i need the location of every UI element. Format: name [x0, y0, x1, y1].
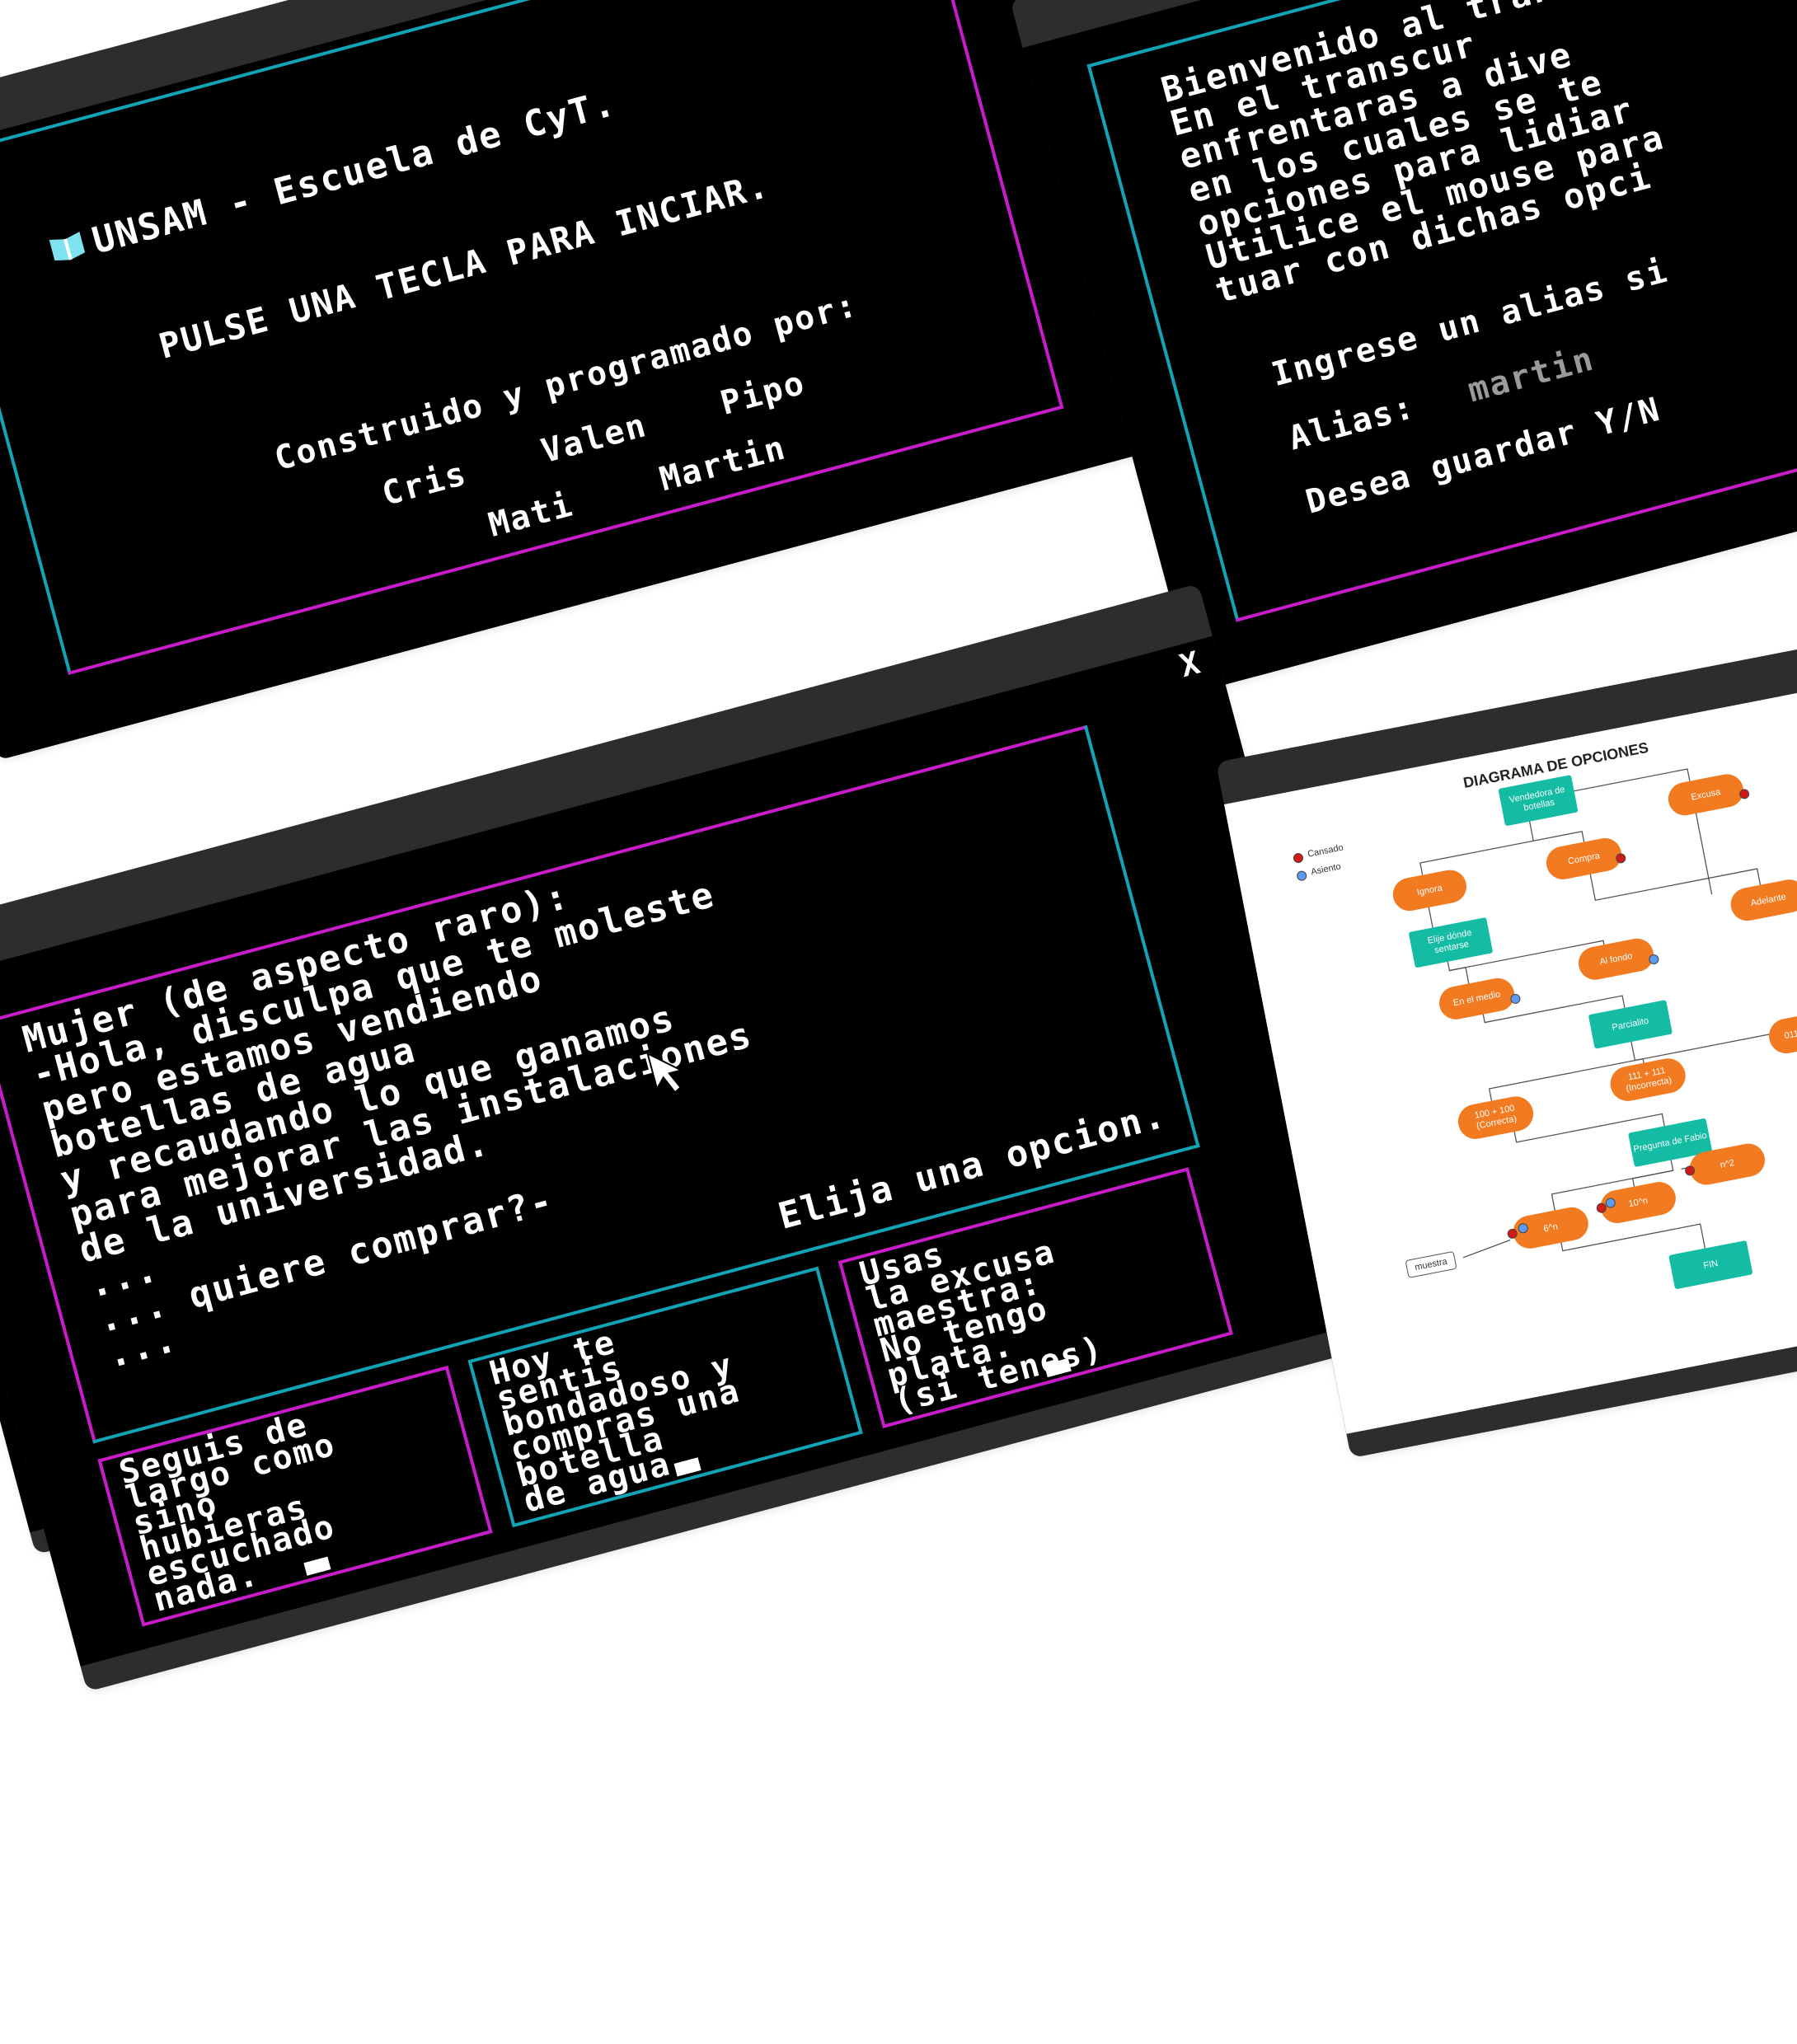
dialog-screen-window: X Mujer (de aspecto raro): -Hola, discul…: [0, 583, 1401, 1692]
showcase-stage: UNSAM - Escuela de CyT. PULSE UNA TECLA …: [0, 0, 1797, 2044]
option-text: Usas la excusa maestra: No tengo plata. …: [856, 1232, 1108, 1422]
intro-screen-window: Bienvenido al transcu En el transcur enf…: [1010, 0, 1797, 693]
close-icon[interactable]: X: [1176, 644, 1205, 684]
dialog-screen[interactable]: X Mujer (de aspecto raro): -Hola, discul…: [0, 635, 1395, 1667]
option-text: Hoy te sentis bondadoso y compras una bo…: [486, 1323, 744, 1521]
option-text: Seguis de largo como sino hubieras escuc…: [115, 1405, 340, 1620]
intro-screen[interactable]: Bienvenido al transcu En el transcur enf…: [1022, 0, 1797, 693]
dialog-text: Mujer (de aspecto raro): -Hola, disculpa…: [18, 873, 758, 1377]
